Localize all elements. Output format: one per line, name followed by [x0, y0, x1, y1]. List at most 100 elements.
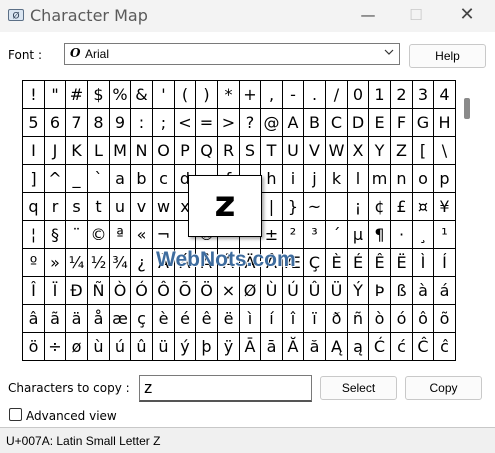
character-cell[interactable]: ò: [369, 305, 391, 333]
character-cell[interactable]: ²: [283, 221, 304, 249]
character-cell[interactable]: Ô: [153, 277, 175, 305]
character-cell[interactable]: _: [66, 165, 88, 193]
advanced-view-checkbox[interactable]: [9, 408, 22, 421]
character-cell[interactable]: 8: [88, 109, 110, 137]
character-cell[interactable]: æ: [110, 305, 131, 333]
character-cell[interactable]: k: [326, 165, 348, 193]
character-cell[interactable]: ø: [66, 333, 88, 361]
character-cell[interactable]: [326, 193, 348, 221]
character-cell[interactable]: µ: [348, 221, 369, 249]
character-cell[interactable]: ª: [110, 221, 131, 249]
character-cell[interactable]: Q: [196, 137, 218, 165]
character-cell[interactable]: ć: [391, 333, 413, 361]
character-cell[interactable]: Ø: [240, 277, 261, 305]
character-cell[interactable]: 0: [348, 81, 369, 109]
character-cell[interactable]: P: [175, 137, 196, 165]
character-cell[interactable]: ½: [88, 249, 110, 277]
character-cell[interactable]: B: [304, 109, 326, 137]
character-cell[interactable]: E: [369, 109, 391, 137]
character-cell[interactable]: Ü: [326, 277, 348, 305]
character-cell[interactable]: s: [66, 193, 88, 221]
character-cell[interactable]: ?: [240, 109, 261, 137]
character-cell[interactable]: a: [110, 165, 131, 193]
character-cell[interactable]: 5: [23, 109, 45, 137]
character-cell[interactable]: ¢: [369, 193, 391, 221]
character-cell[interactable]: @: [261, 109, 283, 137]
character-cell[interactable]: Ê: [369, 249, 391, 277]
character-cell[interactable]: F: [391, 109, 413, 137]
character-cell[interactable]: Y: [369, 137, 391, 165]
character-cell[interactable]: G: [413, 109, 434, 137]
character-cell[interactable]: 3: [413, 81, 434, 109]
character-cell[interactable]: %: [110, 81, 131, 109]
character-cell[interactable]: î: [283, 305, 304, 333]
character-cell[interactable]: L: [88, 137, 110, 165]
character-cell[interactable]: þ: [196, 333, 218, 361]
character-cell[interactable]: ÿ: [218, 333, 240, 361]
character-cell[interactable]: Ö: [196, 277, 218, 305]
character-cell[interactable]: !: [23, 81, 45, 109]
character-cell[interactable]: È: [326, 249, 348, 277]
character-cell[interactable]: o: [413, 165, 434, 193]
character-cell[interactable]: â: [23, 305, 45, 333]
character-cell[interactable]: ü: [153, 333, 175, 361]
character-cell[interactable]: ]: [23, 165, 45, 193]
character-cell[interactable]: Ą: [326, 333, 348, 361]
advanced-view-label[interactable]: Advanced view: [26, 409, 117, 423]
character-cell[interactable]: Ò: [110, 277, 131, 305]
copy-button[interactable]: Copy: [405, 376, 482, 400]
character-cell[interactable]: ã: [45, 305, 66, 333]
character-cell[interactable]: Ć: [369, 333, 391, 361]
character-cell[interactable]: É: [348, 249, 369, 277]
character-cell[interactable]: è: [153, 305, 175, 333]
character-cell[interactable]: Ç: [304, 249, 326, 277]
character-cell[interactable]: 2: [391, 81, 413, 109]
character-cell[interactable]: Õ: [175, 277, 196, 305]
character-cell[interactable]: /: [326, 81, 348, 109]
character-cell[interactable]: ý: [175, 333, 196, 361]
character-cell[interactable]: ¥: [434, 193, 456, 221]
character-cell[interactable]: §: [45, 221, 66, 249]
character-cell[interactable]: v: [131, 193, 153, 221]
select-button[interactable]: Select: [320, 376, 397, 400]
character-cell[interactable]: j: [304, 165, 326, 193]
character-cell[interactable]: Ì: [413, 249, 434, 277]
character-cell[interactable]: ©: [88, 221, 110, 249]
character-cell[interactable]: 7: [66, 109, 88, 137]
character-cell[interactable]: H: [434, 109, 456, 137]
character-cell[interactable]: ó: [391, 305, 413, 333]
character-cell[interactable]: ë: [218, 305, 240, 333]
character-cell[interactable]: å: [88, 305, 110, 333]
character-cell[interactable]: ¼: [66, 249, 88, 277]
character-cell[interactable]: »: [45, 249, 66, 277]
character-cell[interactable]: [: [413, 137, 434, 165]
character-cell[interactable]: m: [369, 165, 391, 193]
character-cell[interactable]: D: [348, 109, 369, 137]
character-cell[interactable]: O: [153, 137, 175, 165]
character-cell[interactable]: N: [131, 137, 153, 165]
character-cell[interactable]: ï: [304, 305, 326, 333]
character-cell[interactable]: i: [283, 165, 304, 193]
character-cell[interactable]: S: [240, 137, 261, 165]
character-cell[interactable]: í: [261, 305, 283, 333]
character-cell[interactable]: ¡: [348, 193, 369, 221]
help-button[interactable]: Help: [409, 44, 486, 68]
character-cell[interactable]: Z: [391, 137, 413, 165]
maximize-button[interactable]: ☐: [404, 4, 428, 26]
character-cell[interactable]: ': [153, 81, 175, 109]
character-cell[interactable]: T: [261, 137, 283, 165]
character-cell[interactable]: ±: [261, 221, 283, 249]
character-cell[interactable]: ,: [261, 81, 283, 109]
character-cell[interactable]: à: [413, 277, 434, 305]
character-cell[interactable]: Ú: [283, 277, 304, 305]
character-cell[interactable]: ą: [348, 333, 369, 361]
character-cell[interactable]: K: [66, 137, 88, 165]
character-cell[interactable]: ä: [66, 305, 88, 333]
character-cell[interactable]: A: [283, 109, 304, 137]
character-cell[interactable]: ĉ: [434, 333, 456, 361]
character-cell[interactable]: }: [283, 193, 304, 221]
character-cell[interactable]: *: [218, 81, 240, 109]
character-cell[interactable]: Þ: [369, 277, 391, 305]
character-cell[interactable]: ù: [88, 333, 110, 361]
character-cell[interactable]: R: [218, 137, 240, 165]
